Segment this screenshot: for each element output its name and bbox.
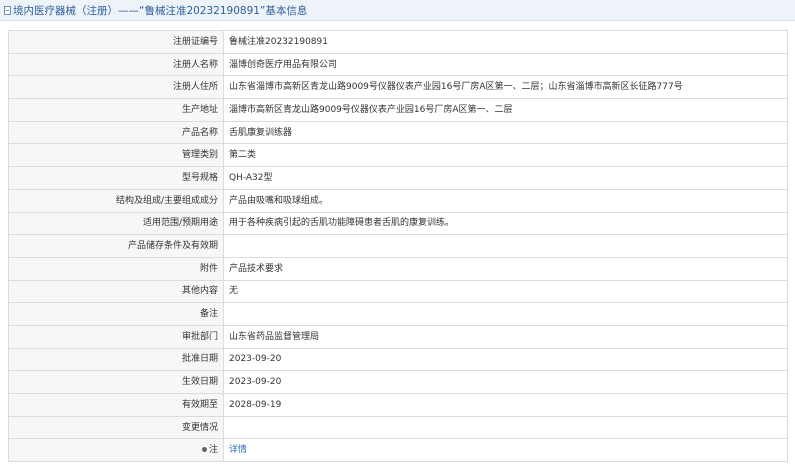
field-value: 山东省药品监督管理局 [223, 324, 788, 349]
field-label: 变更情况 [8, 415, 224, 440]
field-label: 注册人住所 [8, 75, 224, 100]
field-value [223, 302, 788, 326]
field-label: 注册证编号 [8, 30, 224, 54]
table-row: 产品名称 舌肌康复训练器 [8, 120, 788, 145]
field-label: 审批部门 [8, 324, 224, 349]
page-header: 境内医疗器械（注册）——“鲁械注准20232190891”基本信息 [0, 0, 795, 21]
info-table: 注册证编号 鲁械注准20232190891 注册人名称 淄博创奇医疗用品有限公司 注册人… [8, 30, 788, 463]
field-value: 2023-09-20 [223, 370, 788, 394]
field-value: 详情 [223, 438, 788, 463]
field-label: 产品储存条件及有效期 [8, 234, 224, 258]
field-value: 淄博创奇医疗用品有限公司 [223, 52, 788, 77]
table-row: 附件 产品技术要求 [8, 256, 788, 281]
field-value: 鲁械注准20232190891 [223, 30, 788, 54]
field-label: 有效期至 [8, 393, 224, 417]
field-value [223, 234, 788, 258]
table-row: 注 详情 [8, 438, 788, 463]
field-value: 产品由吸嘴和吸球组成。 [223, 188, 788, 213]
field-value: 2028-09-19 [223, 393, 788, 417]
detail-link[interactable]: 详情 [229, 445, 247, 455]
table-row: 备注 [8, 302, 788, 326]
note-label: 注 [208, 445, 218, 456]
field-value: 淄博市高新区青龙山路9009号仪器仪表产业园16号厂房A区第一、二层 [223, 98, 788, 122]
field-value: 无 [223, 279, 788, 304]
table-row: 注册人名称 淄博创奇医疗用品有限公司 [8, 52, 788, 77]
field-label: 注册人名称 [8, 52, 224, 77]
table-row: 注册人住所 山东省淄博市高新区青龙山路9009号仪器仪表产业园16号厂房A区第一、… [8, 75, 788, 100]
field-value [223, 415, 788, 440]
field-value: 产品技术要求 [223, 256, 788, 281]
table-row: 批准日期 2023-09-20 [8, 347, 788, 372]
bullet-icon [201, 447, 207, 453]
field-value: 2023-09-20 [223, 347, 788, 372]
field-label: 备注 [8, 302, 224, 326]
field-label: 生产地址 [8, 98, 224, 122]
field-label: 型号规格 [8, 166, 224, 190]
field-label: 生效日期 [8, 370, 224, 394]
field-label: 批准日期 [8, 347, 224, 372]
table-row: 适用范围/预期用途 用于各种疾病引起的舌肌功能障碍患者舌肌的康复训练。 [8, 211, 788, 236]
field-value: QH-A32型 [223, 166, 788, 190]
table-row: 有效期至 2028-09-19 [8, 393, 788, 417]
table-row: 生产地址 淄博市高新区青龙山路9009号仪器仪表产业园16号厂房A区第一、二层 [8, 98, 788, 122]
field-label: 管理类别 [8, 143, 224, 168]
field-value: 山东省淄博市高新区青龙山路9009号仪器仪表产业园16号厂房A区第一、二层；山东… [223, 75, 788, 100]
field-value: 舌肌康复训练器 [223, 120, 788, 145]
field-label: 产品名称 [8, 120, 224, 145]
table-row: 变更情况 [8, 415, 788, 440]
table-row: 生效日期 2023-09-20 [8, 370, 788, 394]
table-row: 结构及组成/主要组成成分 产品由吸嘴和吸球组成。 [8, 188, 788, 213]
field-label: 附件 [8, 256, 224, 281]
field-value: 用于各种疾病引起的舌肌功能障碍患者舌肌的康复训练。 [223, 211, 788, 236]
field-label: 注 [8, 438, 224, 463]
field-label: 其他内容 [8, 279, 224, 304]
field-label: 结构及组成/主要组成成分 [8, 188, 224, 213]
page-title: 境内医疗器械（注册）——“鲁械注准20232190891”基本信息 [13, 4, 308, 17]
table-row: 其他内容无 [8, 279, 788, 304]
table-row: 产品储存条件及有效期 [8, 234, 788, 258]
field-label: 适用范围/预期用途 [8, 211, 224, 236]
table-row: 注册证编号 鲁械注准20232190891 [8, 30, 788, 54]
table-row: 型号规格 QH-A32型 [8, 166, 788, 190]
table-row: 管理类别 第二类 [8, 143, 788, 168]
table-row: 审批部门 山东省药品监督管理局 [8, 324, 788, 349]
field-value: 第二类 [223, 143, 788, 168]
document-icon [4, 5, 11, 15]
